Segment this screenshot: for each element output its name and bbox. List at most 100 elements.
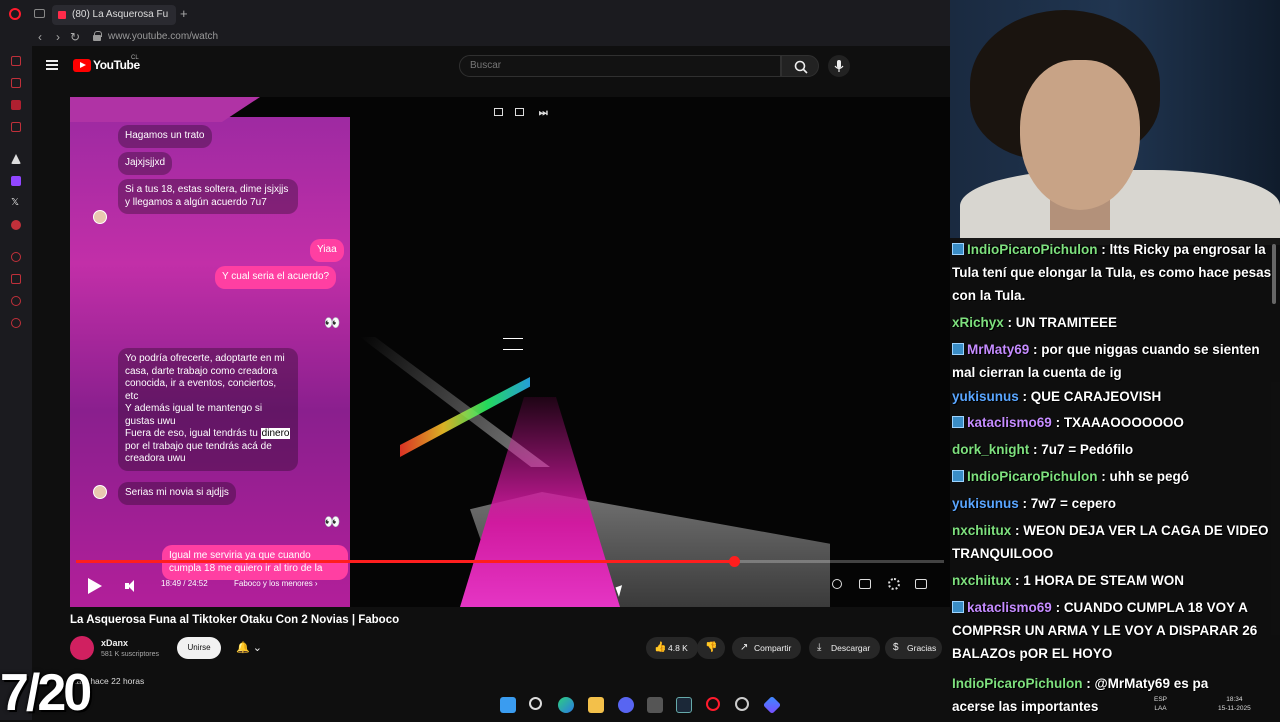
chat-username[interactable]: dork_knight bbox=[952, 442, 1029, 457]
sidebar-messenger-icon[interactable] bbox=[11, 78, 21, 88]
new-tab-button[interactable]: + bbox=[180, 5, 194, 23]
chat-username[interactable]: IndioPicaroPichulon bbox=[967, 469, 1098, 484]
obs-icon[interactable] bbox=[735, 697, 749, 711]
chevron-down-icon: ⌄ bbox=[252, 642, 262, 654]
start-icon[interactable] bbox=[500, 697, 516, 713]
progress-knob[interactable] bbox=[728, 556, 740, 567]
chat-username[interactable]: xRichyx bbox=[952, 315, 1004, 330]
discord-icon[interactable] bbox=[618, 697, 634, 713]
chapter-title[interactable]: Faboco y los menores › bbox=[234, 579, 318, 588]
chat-bubble-in: Yo podría ofrecerte, adoptarte en mi cas… bbox=[118, 348, 298, 471]
chat-message: MrMaty69 : por que niggas cuando se sien… bbox=[950, 338, 1280, 384]
download-label: Descargar bbox=[831, 643, 871, 653]
sidebar-pinboard-icon[interactable] bbox=[11, 122, 21, 132]
settings-icon[interactable] bbox=[888, 578, 900, 590]
dislike-button[interactable]: 👎 bbox=[697, 637, 725, 659]
download-button[interactable]: ⤓ Descargar bbox=[809, 637, 881, 659]
back-icon[interactable]: ‹ bbox=[34, 30, 46, 44]
chat-text: QUE CARAJEOVISH bbox=[1030, 389, 1162, 404]
channel-avatar[interactable] bbox=[70, 636, 94, 660]
menu-icon[interactable] bbox=[46, 60, 58, 70]
sidebar-app-icon[interactable] bbox=[11, 220, 21, 230]
sidebar-cube-icon[interactable] bbox=[11, 274, 21, 284]
chat-username[interactable]: nxchiitux bbox=[952, 573, 1011, 588]
steam-icon[interactable] bbox=[676, 697, 692, 713]
chat-scrollbar[interactable] bbox=[1272, 244, 1276, 304]
sidebar-extensions-icon[interactable] bbox=[11, 296, 21, 306]
chat-username[interactable]: kataclismo69 bbox=[967, 600, 1052, 615]
sidebar-history-icon[interactable] bbox=[11, 252, 21, 262]
search-button[interactable] bbox=[781, 55, 819, 77]
chat-badge-icon bbox=[952, 243, 964, 255]
highlight-word: dinero bbox=[260, 428, 291, 439]
sidebar-settings-icon[interactable] bbox=[11, 318, 21, 328]
reload-icon[interactable]: ↻ bbox=[69, 30, 81, 44]
sidebar-aria-icon[interactable] bbox=[11, 56, 21, 66]
thanks-label: Gracias bbox=[907, 643, 937, 653]
chat-message: dork_knight : 7u7 = Pedófilo bbox=[950, 438, 1280, 461]
mic-icon bbox=[834, 60, 844, 72]
windows-taskbar: ESP LAA 18:34 15-11-2025 bbox=[490, 690, 1280, 720]
app-diamond-icon[interactable] bbox=[762, 695, 782, 715]
chat-username[interactable]: IndioPicaroPichulon bbox=[967, 242, 1098, 257]
chat-username[interactable]: yukisunus bbox=[952, 496, 1019, 511]
video-player[interactable]: Hagamos un trato Jajxjsjjxd Si a tus 18,… bbox=[70, 97, 950, 607]
chat-badge-icon bbox=[952, 470, 964, 482]
join-button[interactable]: Unirse bbox=[177, 637, 221, 659]
chat-message: nxchiitux : WEON DEJA VER LA CAGA DE VID… bbox=[950, 519, 1280, 565]
like-button[interactable]: 👍 4.8 K bbox=[646, 637, 698, 659]
chat-message: IndioPicaroPichulon : ltts Ricky pa engr… bbox=[950, 238, 1280, 307]
youtube-logo-icon[interactable] bbox=[73, 59, 91, 72]
chat-text: 7w7 = cepero bbox=[1030, 496, 1116, 511]
channel-name[interactable]: xDanx bbox=[101, 638, 128, 648]
eyes-emoji: 👀 bbox=[324, 514, 341, 529]
chat-text: uhh se pegó bbox=[1109, 469, 1190, 484]
bell-icon: 🔔 bbox=[236, 642, 250, 654]
share-icon: ↗ bbox=[740, 642, 749, 653]
chat-username[interactable]: yukisunus bbox=[952, 389, 1019, 404]
play-icon[interactable] bbox=[88, 578, 102, 594]
autoplay-icon[interactable] bbox=[832, 579, 842, 589]
chat-text: 7u7 = Pedófilo bbox=[1041, 442, 1134, 457]
thanks-button[interactable]: $ Gracias bbox=[885, 637, 943, 659]
chat-separator: : bbox=[1082, 676, 1095, 691]
chat-text: TXAAAOOOOOOO bbox=[1063, 415, 1184, 430]
progress-bar[interactable] bbox=[76, 556, 944, 567]
sidebar-arc-icon[interactable] bbox=[11, 154, 21, 164]
volume-icon[interactable] bbox=[125, 580, 139, 592]
app-icon[interactable] bbox=[647, 697, 663, 713]
tab-island-icon[interactable] bbox=[34, 9, 45, 18]
clock[interactable]: 18:34 15-11-2025 bbox=[1218, 695, 1251, 713]
chat-username[interactable]: IndioPicaroPichulon bbox=[952, 676, 1083, 691]
miniplayer-icon[interactable] bbox=[494, 108, 503, 116]
upload-age: hace 22 horas bbox=[90, 676, 145, 686]
language-indicator[interactable]: ESP LAA bbox=[1154, 695, 1167, 713]
edge-icon[interactable] bbox=[558, 697, 574, 713]
chat-username[interactable]: nxchiitux bbox=[952, 523, 1011, 538]
browser-tab-youtube[interactable]: (80) La Asquerosa Fu bbox=[52, 5, 176, 25]
sidebar-twitch-icon[interactable] bbox=[11, 176, 21, 186]
voice-search-button[interactable] bbox=[828, 55, 850, 77]
skip-icon[interactable]: ⏭ bbox=[539, 108, 548, 119]
forward-icon[interactable]: › bbox=[52, 30, 64, 44]
chat-username[interactable]: MrMaty69 bbox=[967, 342, 1029, 357]
notification-bell-button[interactable]: 🔔 ⌄ bbox=[229, 637, 269, 659]
opera-taskbar-icon[interactable] bbox=[706, 697, 720, 711]
search-taskbar-icon[interactable] bbox=[529, 697, 542, 710]
url-field[interactable]: www.youtube.com/watch bbox=[108, 30, 218, 44]
sidebar-instagram-icon[interactable] bbox=[11, 100, 21, 110]
chat-separator: : bbox=[1029, 442, 1042, 457]
chat-bubble-out: Y cual seria el acuerdo? bbox=[215, 266, 337, 289]
file-explorer-icon[interactable] bbox=[588, 697, 604, 713]
miniplayer-button-icon[interactable] bbox=[915, 579, 927, 589]
chat-message: yukisunus : QUE CARAJEOVISH bbox=[950, 385, 1280, 408]
share-button[interactable]: ↗ Compartir bbox=[732, 637, 802, 659]
theater-icon[interactable] bbox=[515, 108, 524, 116]
search-input[interactable]: Buscar bbox=[459, 55, 781, 77]
chat-username[interactable]: kataclismo69 bbox=[967, 415, 1052, 430]
subtitles-icon[interactable] bbox=[859, 579, 871, 589]
like-count: 4.8 K bbox=[668, 643, 688, 653]
opera-logo-icon[interactable] bbox=[9, 8, 21, 20]
chat-message: kataclismo69 : TXAAAOOOOOOO bbox=[950, 411, 1280, 434]
sidebar-x-icon[interactable]: 𝕏 bbox=[11, 198, 21, 208]
